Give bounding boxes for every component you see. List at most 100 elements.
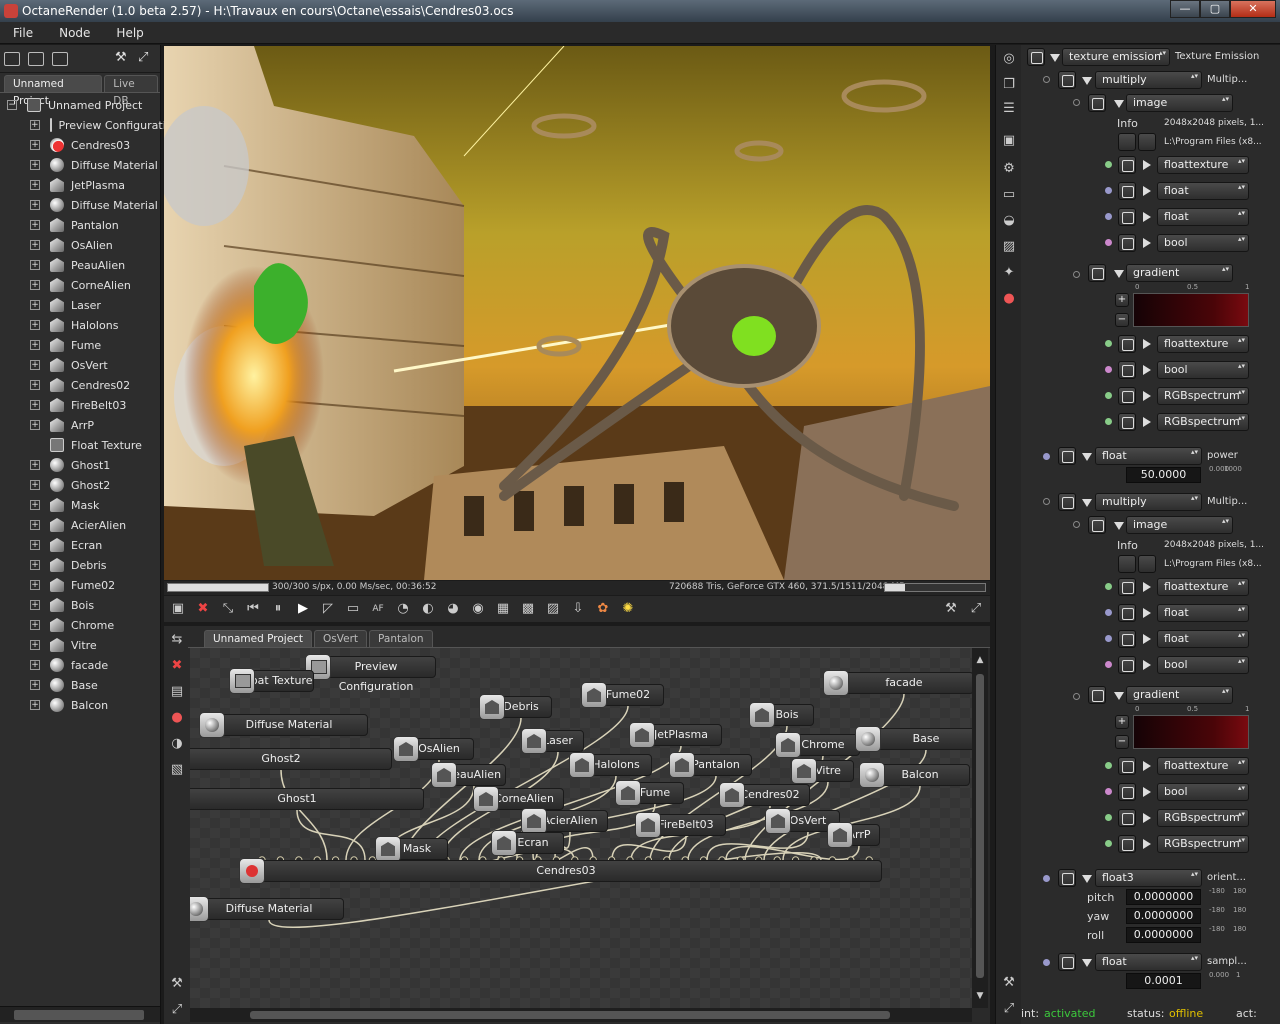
power-float-dropdown[interactable]: float bbox=[1095, 447, 1202, 465]
graph-node[interactable]: Pantalon bbox=[669, 752, 752, 778]
pin[interactable] bbox=[1105, 814, 1112, 821]
reload-icon[interactable] bbox=[1138, 555, 1156, 573]
multiply-node-button[interactable] bbox=[1058, 493, 1076, 511]
collapse-arrow-icon[interactable] bbox=[1082, 453, 1092, 461]
texture-node-icon[interactable]: ◑ bbox=[169, 736, 185, 752]
pitch-field[interactable]: 0.0000000 bbox=[1126, 889, 1201, 905]
tree-item[interactable]: + Balcon bbox=[0, 695, 160, 715]
multiply-dropdown[interactable]: multiply bbox=[1095, 71, 1202, 89]
graph-node[interactable]: JetPlasma bbox=[629, 722, 722, 748]
bool-dropdown[interactable]: bool bbox=[1157, 783, 1249, 801]
floattexture-node-button[interactable] bbox=[1118, 335, 1136, 353]
pin[interactable] bbox=[1105, 609, 1112, 616]
export-icon[interactable]: ⇩ bbox=[570, 601, 586, 617]
floattexture-dropdown[interactable]: floattexture bbox=[1157, 156, 1249, 174]
close-button[interactable]: ✕ bbox=[1230, 0, 1276, 18]
multiply-node-button[interactable] bbox=[1058, 71, 1076, 89]
expand-icon[interactable]: + bbox=[30, 620, 40, 630]
lock-icon[interactable]: ◕ bbox=[445, 601, 461, 617]
graph-node[interactable]: Preview Configuration bbox=[305, 654, 436, 693]
tree-item[interactable]: + Debris bbox=[0, 555, 160, 575]
expand-icon[interactable]: + bbox=[30, 580, 40, 590]
expand-icon[interactable] bbox=[30, 440, 40, 450]
pin[interactable] bbox=[1105, 762, 1112, 769]
pin[interactable] bbox=[1073, 521, 1080, 528]
expand-arrow-icon[interactable] bbox=[1143, 391, 1151, 401]
remove-stop-button[interactable]: − bbox=[1115, 735, 1129, 749]
tree-item[interactable]: + Ghost1 bbox=[0, 455, 160, 475]
expand-icon[interactable]: + bbox=[30, 640, 40, 650]
menu-file[interactable]: File bbox=[0, 22, 46, 43]
float-node-button[interactable] bbox=[1118, 208, 1136, 226]
bool-node-button[interactable] bbox=[1118, 361, 1136, 379]
rgbspectrum-node-button[interactable] bbox=[1118, 387, 1136, 405]
graph-node[interactable]: Balcon bbox=[859, 762, 970, 788]
pin[interactable] bbox=[1043, 498, 1050, 505]
texture-emission-dropdown[interactable]: texture emission bbox=[1062, 48, 1170, 66]
pin[interactable] bbox=[1043, 875, 1050, 882]
expand-arrow-icon[interactable] bbox=[1143, 417, 1151, 427]
scroll-thumb[interactable] bbox=[976, 674, 984, 978]
pin[interactable] bbox=[1043, 959, 1050, 966]
pin[interactable] bbox=[1105, 788, 1112, 795]
tree-item[interactable]: + Mask bbox=[0, 495, 160, 515]
expand-arrow-icon[interactable] bbox=[1143, 761, 1151, 771]
fit-icon[interactable]: ⤡ bbox=[220, 601, 236, 617]
floattexture-dropdown[interactable]: floattexture bbox=[1157, 757, 1249, 775]
floattexture-dropdown[interactable]: floattexture bbox=[1157, 578, 1249, 596]
expand-icon[interactable]: + bbox=[30, 260, 40, 270]
node-graph-canvas[interactable]: Preview Configuration Float Texture Diffus… bbox=[190, 648, 972, 1008]
outliner-scrollbar[interactable] bbox=[0, 1006, 160, 1022]
maximize-button[interactable]: ▢ bbox=[1200, 0, 1230, 18]
pin[interactable] bbox=[1105, 213, 1112, 220]
reload-icon[interactable] bbox=[1138, 133, 1156, 151]
expand-icon[interactable]: + bbox=[30, 360, 40, 370]
collapse-arrow-icon[interactable] bbox=[1082, 959, 1092, 967]
collapse-arrow-icon[interactable] bbox=[1114, 692, 1124, 700]
collapse-arrow-icon[interactable] bbox=[1114, 270, 1124, 278]
float-node-button[interactable] bbox=[1118, 604, 1136, 622]
wrench-icon[interactable] bbox=[114, 50, 130, 67]
expand-icon[interactable]: + bbox=[30, 400, 40, 410]
collapse-arrow-icon[interactable] bbox=[1082, 499, 1092, 507]
tree-item[interactable]: + Cendres03 bbox=[0, 135, 160, 155]
float-dropdown[interactable]: float bbox=[1157, 182, 1249, 200]
graph-node[interactable]: OsAlien bbox=[393, 736, 474, 762]
camera-icon[interactable]: ◉ bbox=[470, 601, 486, 617]
picture-icon[interactable]: ▨ bbox=[1001, 239, 1017, 255]
list-icon[interactable]: ☰ bbox=[1001, 101, 1017, 117]
tree-item[interactable]: + FireBelt03 bbox=[0, 395, 160, 415]
inspector-wrench-icon[interactable]: ⚒ bbox=[1001, 975, 1017, 991]
expand-arrow-icon[interactable] bbox=[1143, 582, 1151, 592]
expand-icon[interactable]: + bbox=[30, 280, 40, 290]
panel-icon[interactable]: ▭ bbox=[1001, 187, 1017, 203]
tree-view-icon[interactable] bbox=[4, 51, 20, 66]
tree-item[interactable]: + Cendres02 bbox=[0, 375, 160, 395]
expand-icon[interactable]: + bbox=[30, 700, 40, 710]
bool-dropdown[interactable]: bool bbox=[1157, 361, 1249, 379]
pin[interactable] bbox=[1105, 661, 1112, 668]
rearrange-icon[interactable]: ⇆ bbox=[169, 632, 185, 648]
expand-icon[interactable]: + bbox=[30, 680, 40, 690]
graph-node[interactable]: ArrP bbox=[827, 822, 880, 848]
remove-stop-button[interactable]: − bbox=[1115, 313, 1129, 327]
pin[interactable] bbox=[1105, 635, 1112, 642]
tree-item[interactable]: + Base bbox=[0, 675, 160, 695]
expand-icon[interactable] bbox=[138, 50, 154, 66]
graph-node[interactable]: Cendres03 bbox=[239, 858, 882, 884]
graph-node[interactable]: Base bbox=[855, 726, 972, 752]
play-icon[interactable]: ▶ bbox=[295, 601, 311, 617]
expand-icon[interactable]: + bbox=[30, 180, 40, 190]
graph-node[interactable]: Fume bbox=[615, 780, 684, 806]
graph-node[interactable]: Ghost2 bbox=[190, 748, 392, 770]
material-icon[interactable]: ● bbox=[1001, 291, 1017, 307]
image-node-button[interactable] bbox=[1088, 516, 1106, 534]
expand-arrow-icon[interactable] bbox=[1143, 186, 1151, 196]
float-node-button[interactable] bbox=[1118, 182, 1136, 200]
bool-node-button[interactable] bbox=[1118, 234, 1136, 252]
floattexture-node-button[interactable] bbox=[1118, 578, 1136, 596]
pin[interactable] bbox=[1105, 840, 1112, 847]
node-wrench-icon[interactable]: ⚒ bbox=[169, 976, 185, 992]
pin[interactable] bbox=[1073, 99, 1080, 106]
pause-icon[interactable]: ⏸ bbox=[270, 601, 286, 617]
